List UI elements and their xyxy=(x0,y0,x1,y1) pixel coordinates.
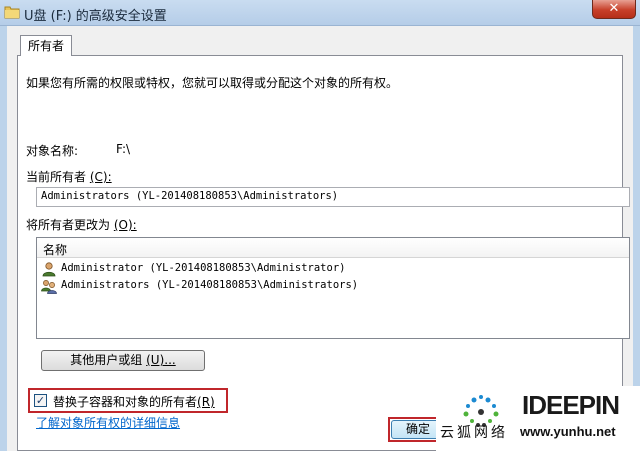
current-owner-text: 当前所有者 xyxy=(26,170,87,184)
current-owner-label: 当前所有者 (C): xyxy=(26,168,112,185)
replace-owner-highlight: ✓ 替换子容器和对象的所有者(R) xyxy=(28,388,228,413)
other-users-key: (U)... xyxy=(146,353,176,367)
replace-owner-label[interactable]: 替换子容器和对象的所有者(R) xyxy=(53,393,215,410)
other-users-button[interactable]: 其他用户或组 (U)... xyxy=(41,350,205,371)
replace-owner-checkbox[interactable]: ✓ xyxy=(34,394,47,407)
list-item-label: Administrators (YL-201408180853\Administ… xyxy=(61,279,359,291)
watermark: IDEEPIN 云狐网络 www.yunhu.net xyxy=(436,386,640,451)
watermark-url: www.yunhu.net xyxy=(520,424,616,439)
owner-list[interactable]: 名称 Administrator (YL-201408180853\Admini… xyxy=(36,237,630,339)
current-owner-field[interactable]: Administrators (YL-201408180853\Administ… xyxy=(36,187,630,207)
folder-icon xyxy=(4,6,20,19)
replace-owner-text: 替换子容器和对象的所有者 xyxy=(53,395,198,409)
change-owner-key: (O): xyxy=(113,218,137,232)
other-users-text: 其他用户或组 xyxy=(70,353,143,367)
learn-more-link[interactable]: 了解对象所有权的详细信息 xyxy=(36,414,180,431)
window-title: U盘 (F:) 的高级安全设置 xyxy=(24,9,167,24)
user-group-icon xyxy=(41,280,57,294)
object-name-value: F:\ xyxy=(116,142,131,156)
watermark-cn-text: 云狐网络 xyxy=(440,425,508,441)
object-name-label: 对象名称: xyxy=(26,144,79,158)
list-header-name: 名称 xyxy=(43,243,68,257)
close-button[interactable]: ✕ xyxy=(592,0,636,19)
title-bar: U盘 (F:) 的高级安全设置 ✕ xyxy=(0,0,640,26)
change-owner-label: 将所有者更改为 (O): xyxy=(26,216,137,233)
user-icon xyxy=(42,262,56,277)
change-owner-text: 将所有者更改为 xyxy=(26,218,111,232)
intro-text: 如果您有所需的权限或特权，您就可以取得或分配这个对象的所有权。 xyxy=(26,76,399,90)
tab-owner[interactable]: 所有者 xyxy=(20,35,72,56)
watermark-brand: IDEEPIN xyxy=(522,390,620,420)
current-owner-key: (C): xyxy=(89,170,112,184)
list-item-label: Administrator (YL-201408180853\Administr… xyxy=(61,262,346,274)
list-header[interactable]: 名称 xyxy=(37,238,629,258)
replace-owner-key: (R) xyxy=(197,395,215,409)
